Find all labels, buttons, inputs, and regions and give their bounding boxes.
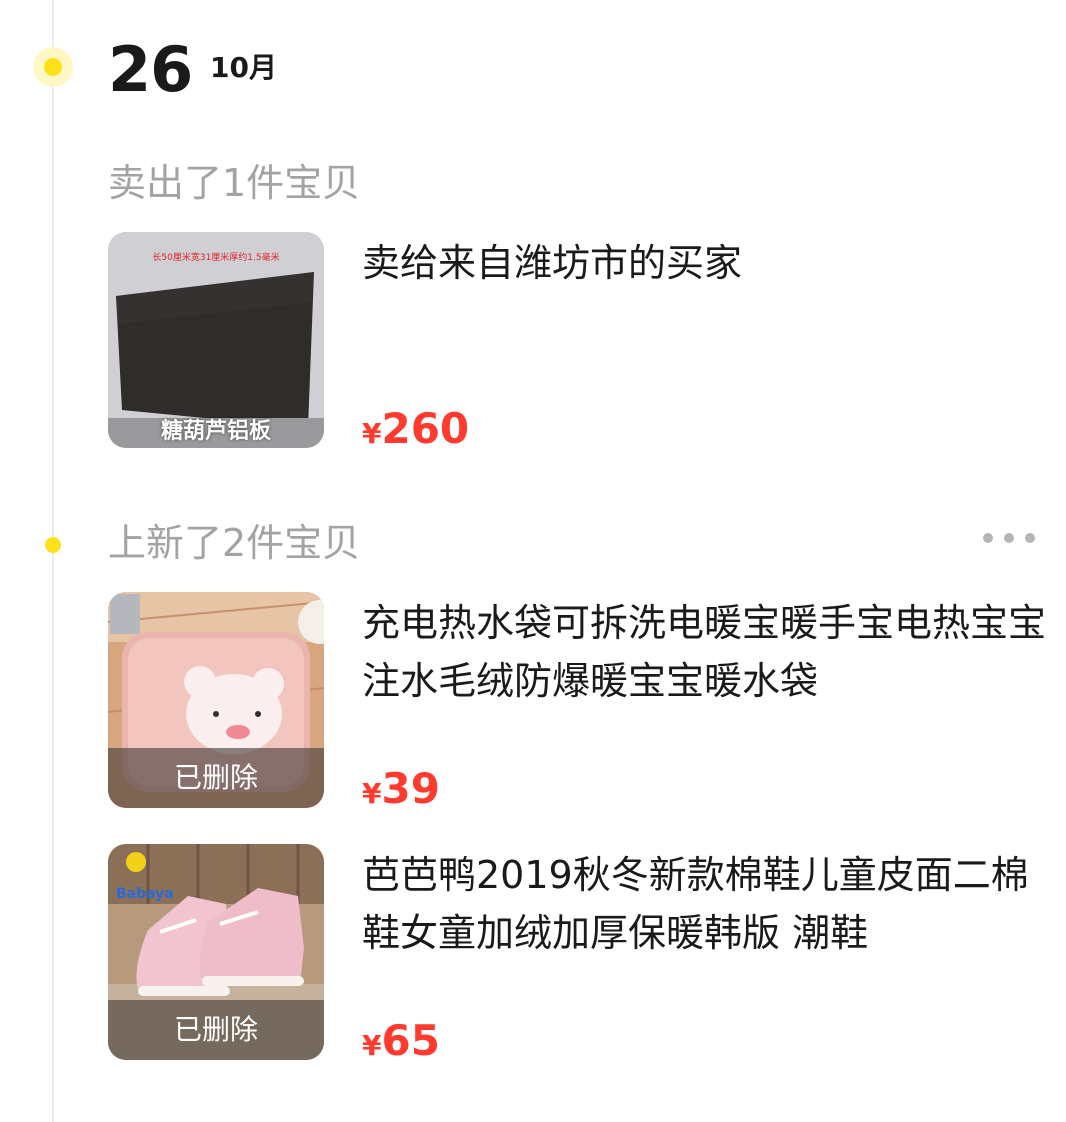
- list-item-new-2[interactable]: Babaya 已删除 芭芭鸭2019秋冬新款棉鞋儿童皮面二棉鞋女童加绒加厚保暖韩…: [108, 844, 1048, 1065]
- item-price: ¥39: [362, 764, 440, 814]
- item-thumbnail[interactable]: 已删除: [108, 592, 324, 808]
- thumb-caption: 糖葫芦铝板: [160, 419, 271, 444]
- item-title[interactable]: 芭芭鸭2019秋冬新款棉鞋儿童皮面二棉鞋女童加绒加厚保暖韩版 潮鞋: [362, 846, 1052, 962]
- dot: [1004, 533, 1014, 543]
- date-day: 26: [108, 33, 193, 106]
- currency-symbol: ¥: [362, 777, 382, 810]
- section-title-new: 上新了2件宝贝: [108, 521, 361, 565]
- date-month: 10月: [210, 51, 277, 84]
- brand-logo: Babaya: [116, 886, 174, 902]
- list-item-sold[interactable]: 长50厘米宽31厘米厚约1.5毫米 糖葫芦铝板 卖给来自潍坊市的买家 ¥260: [108, 232, 1048, 453]
- timeline-dot-active: [33, 47, 73, 87]
- aluminum-board-image: [108, 232, 324, 448]
- price-value: 260: [381, 404, 470, 453]
- deleted-badge: 已删除: [108, 1000, 324, 1060]
- currency-symbol: ¥: [362, 1029, 382, 1062]
- dot: [983, 533, 993, 543]
- price-value: 65: [381, 1016, 440, 1065]
- currency-symbol: ¥: [362, 417, 382, 450]
- item-price: ¥65: [362, 1016, 440, 1066]
- item-thumbnail[interactable]: Babaya 已删除: [108, 844, 324, 1060]
- item-title[interactable]: 卖给来自潍坊市的买家: [362, 234, 1052, 292]
- item-thumbnail[interactable]: 长50厘米宽31厘米厚约1.5毫米 糖葫芦铝板: [108, 232, 324, 448]
- deleted-badge: 已删除: [108, 748, 324, 808]
- more-dots-icon[interactable]: [983, 530, 1035, 546]
- price-value: 39: [381, 764, 440, 813]
- section-title-sold: 卖出了1件宝贝: [108, 161, 361, 205]
- thumb-top-text: 长50厘米宽31厘米厚约1.5毫米: [152, 253, 280, 263]
- timeline-dot: [45, 537, 61, 553]
- item-price: ¥260: [362, 404, 469, 454]
- item-title[interactable]: 充电热水袋可拆洗电暖宝暖手宝电热宝宝注水毛绒防爆暖宝宝暖水袋: [362, 594, 1052, 710]
- dot: [1025, 533, 1035, 543]
- list-item-new-1[interactable]: 已删除 充电热水袋可拆洗电暖宝暖手宝电热宝宝注水毛绒防爆暖宝宝暖水袋 ¥39: [108, 592, 1048, 813]
- timeline-line: [52, 0, 54, 1122]
